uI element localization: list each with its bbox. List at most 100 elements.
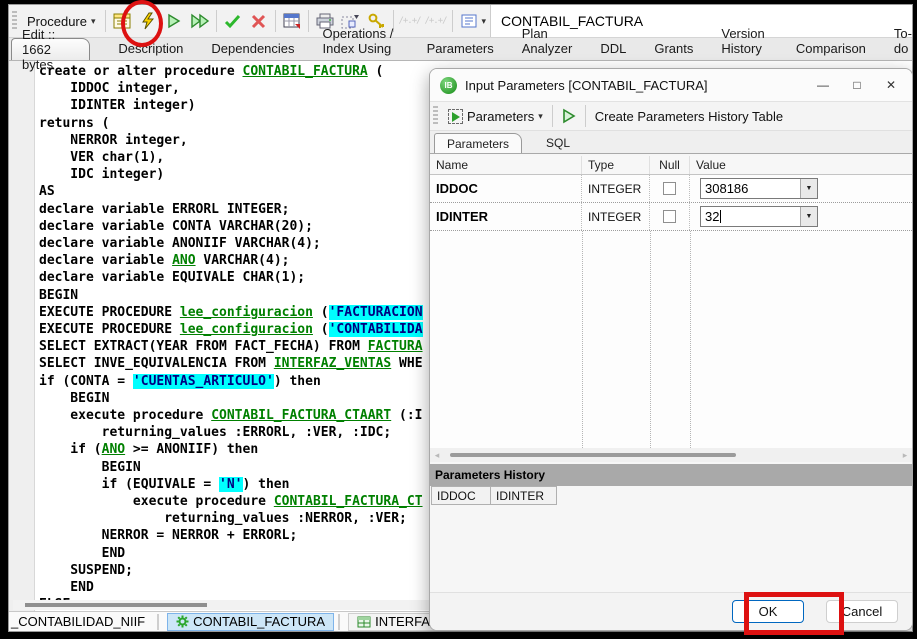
grid-hscrollbar[interactable]: ◂ ▸ — [430, 448, 912, 462]
tab-parameters[interactable]: Parameters — [427, 41, 494, 60]
parameters-history-table: IDDOC IDINTER — [431, 486, 557, 505]
commit-button[interactable] — [220, 8, 246, 34]
parameters-history-header: Parameters History — [430, 464, 912, 486]
dialog-toolbar: Parameters ▾ Create Parameters History T… — [430, 101, 912, 131]
scroll-right-icon[interactable]: ▸ — [898, 450, 912, 461]
dialog-tab-bar: Parameters SQL — [430, 131, 912, 154]
dialog-tab-sql[interactable]: SQL — [546, 136, 570, 153]
cancel-button[interactable]: Cancel — [826, 600, 898, 623]
toolbar-separator — [307, 10, 309, 32]
scroll-left-icon[interactable]: ◂ — [430, 450, 444, 461]
combo-dropdown-button[interactable]: ▼ — [800, 179, 817, 198]
editor-hscrollbar-thumb[interactable] — [25, 603, 207, 607]
chevron-down-icon: ▾ — [538, 110, 543, 121]
show-data-grid-button[interactable] — [279, 8, 305, 34]
value-combo-iddoc[interactable]: 308186 ▼ — [700, 178, 818, 199]
table-icon — [357, 616, 371, 628]
uncomment-button[interactable]: /+.+/ — [423, 8, 449, 34]
history-column-idinter[interactable]: IDINTER — [491, 486, 557, 505]
close-button[interactable]: ✕ — [874, 69, 908, 101]
run-icon — [562, 108, 576, 124]
null-checkbox[interactable] — [663, 210, 676, 223]
execute-lightning-icon — [140, 12, 156, 30]
comment-button[interactable]: /+.+/ — [397, 8, 423, 34]
maximize-button[interactable]: □ — [840, 69, 874, 101]
run-all-icon — [190, 13, 210, 29]
outline-view-button[interactable] — [456, 8, 482, 34]
run-button[interactable] — [161, 8, 187, 34]
object-tab-separator — [338, 613, 341, 630]
tab-plan-analyzer[interactable]: Plan Analyzer — [522, 26, 573, 60]
uncomment-icon: /+.+/ — [424, 16, 447, 26]
create-parameters-history-button[interactable]: Create Parameters History Table — [589, 106, 789, 127]
editor-gutter — [9, 61, 35, 613]
object-tab-contabil-factura[interactable]: CONTABIL_FACTURA — [167, 612, 335, 631]
outline-icon — [461, 14, 477, 28]
minimize-icon: — — [817, 78, 829, 92]
dialog-button-bar: OK Cancel — [430, 592, 912, 630]
tab-description[interactable]: Description — [118, 41, 183, 60]
procedure-gear-icon — [176, 615, 189, 628]
tab-to-do[interactable]: To-do — [894, 26, 912, 60]
comment-icon: /+.+/ — [398, 16, 421, 26]
rollback-button[interactable] — [246, 8, 272, 34]
toolbar-separator — [104, 10, 106, 32]
dialog-tab-parameters[interactable]: Parameters — [434, 133, 523, 153]
main-toolbar: Procedure ▾ /+.+/ /+.+/ ▾ CONTABIL_FACTU… — [9, 5, 912, 38]
chevron-down-icon[interactable]: ▾ — [482, 16, 487, 27]
grid-header: Name Type Null Value — [430, 156, 912, 175]
toolbar-separator — [551, 105, 553, 127]
minimize-button[interactable]: — — [806, 69, 840, 101]
object-tab-contabilidad-niif[interactable]: _CONTABILIDAD_NIIF — [3, 613, 153, 631]
toolbar-separator — [451, 10, 453, 32]
parameters-grid: Name Type Null Value IDDOC INTEGER 30818… — [430, 156, 912, 448]
dialog-toolbar-grip[interactable] — [433, 106, 438, 126]
editor-tab-bar: Edit :: 1662 bytes Description Dependenc… — [9, 26, 912, 72]
execute-button[interactable] — [135, 8, 161, 34]
null-checkbox[interactable] — [663, 182, 676, 195]
column-header-null[interactable]: Null — [650, 156, 690, 174]
parameter-row-idinter[interactable]: IDINTER INTEGER 32 ▼ — [430, 203, 912, 231]
ok-button[interactable]: OK — [732, 600, 804, 623]
parameters-icon — [448, 108, 463, 124]
combo-dropdown-button[interactable]: ▼ — [800, 207, 817, 226]
tab-operations-index-using[interactable]: Operations / Index Using — [323, 26, 399, 60]
tab-edit[interactable]: Edit :: 1662 bytes — [11, 27, 91, 72]
parameters-menu-button[interactable]: Parameters ▾ — [442, 106, 549, 127]
grid-column-line — [650, 231, 651, 448]
tab-ddl[interactable]: DDL — [600, 41, 626, 60]
tab-grants[interactable]: Grants — [654, 41, 693, 60]
input-parameters-dialog: IB Input Parameters [CONTABIL_FACTURA] —… — [429, 68, 913, 631]
toolbar-separator — [584, 105, 586, 127]
run-icon — [167, 13, 181, 29]
dialog-title: Input Parameters [CONTABIL_FACTURA] — [465, 77, 708, 93]
value-combo-idinter[interactable]: 32 ▼ — [700, 206, 818, 227]
parameter-row-iddoc[interactable]: IDDOC INTEGER 308186 ▼ — [430, 175, 912, 203]
tab-dependencies[interactable]: Dependencies — [211, 41, 294, 60]
text-cursor — [720, 210, 722, 223]
toolbar-separator — [215, 10, 217, 32]
grid-column-line — [690, 231, 691, 448]
form-view-button[interactable] — [109, 8, 135, 34]
column-header-value[interactable]: Value — [690, 156, 912, 174]
check-icon — [224, 14, 241, 29]
form-icon — [113, 13, 131, 29]
column-header-type[interactable]: Type — [582, 156, 650, 174]
tab-comparison[interactable]: Comparison — [796, 41, 866, 60]
close-icon: ✕ — [885, 78, 897, 92]
column-header-name[interactable]: Name — [430, 156, 582, 174]
chevron-down-icon: ▾ — [90, 15, 96, 26]
ibexpert-icon: IB — [440, 76, 457, 94]
toolbar-separator — [274, 10, 276, 32]
toolbar-grip[interactable] — [12, 11, 17, 31]
data-grid-icon — [283, 13, 301, 30]
maximize-icon: □ — [853, 78, 861, 92]
history-column-iddoc[interactable]: IDDOC — [431, 486, 491, 505]
run-all-button[interactable] — [187, 8, 213, 34]
dialog-titlebar[interactable]: IB Input Parameters [CONTABIL_FACTURA] —… — [430, 69, 912, 101]
grid-hscrollbar-thumb[interactable] — [450, 453, 736, 457]
tab-version-history[interactable]: Version History — [721, 26, 767, 60]
combo-arrow-icon: ▼ — [805, 185, 813, 192]
x-icon — [251, 14, 266, 29]
execute-procedure-button[interactable] — [556, 103, 582, 129]
